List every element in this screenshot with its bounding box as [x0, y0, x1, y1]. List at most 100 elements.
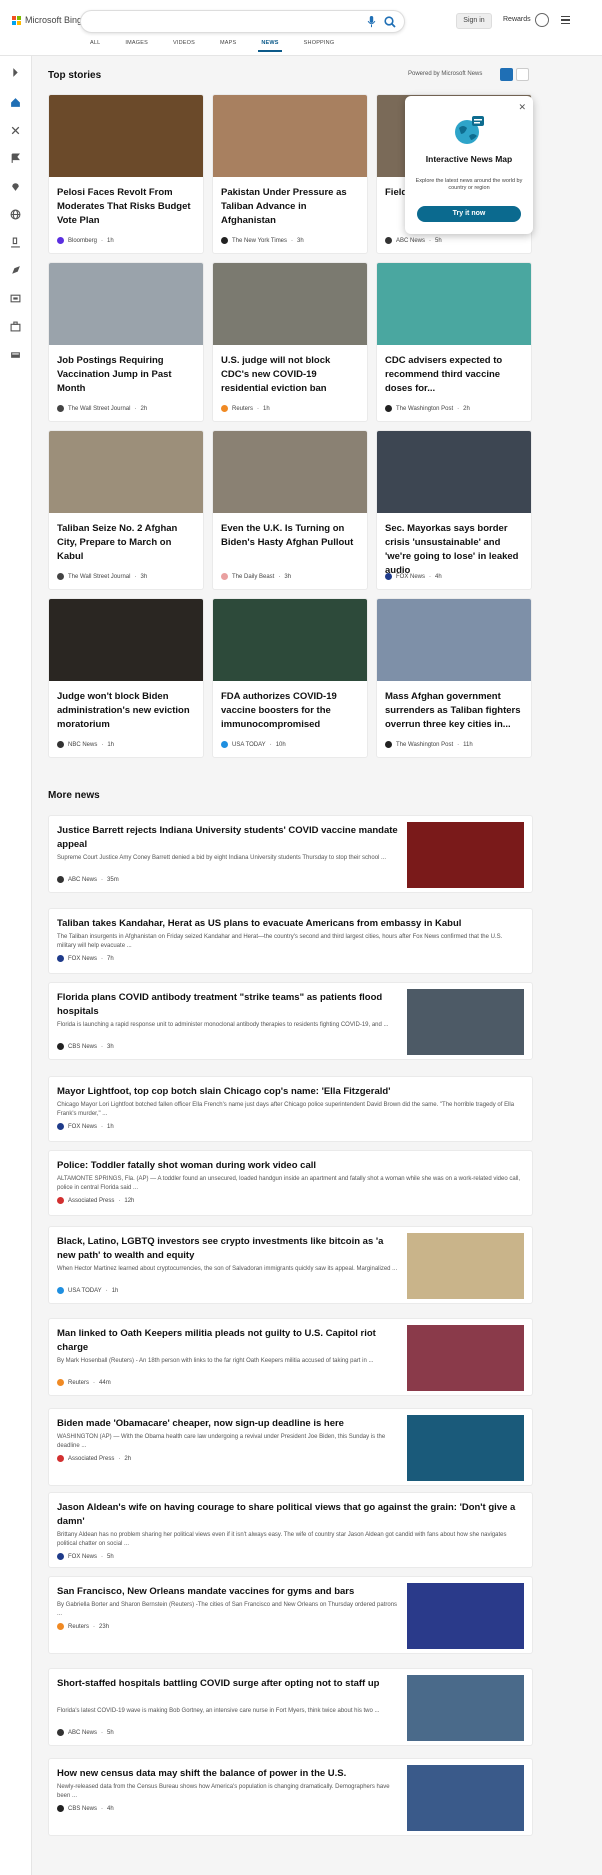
news-title[interactable]: Taliban takes Kandahar, Herat as US plan… — [57, 917, 522, 931]
tv-icon[interactable] — [9, 292, 21, 304]
news-title[interactable]: Short-staffed hospitals battling COVID s… — [57, 1677, 402, 1691]
tab-maps[interactable]: MAPS — [220, 40, 236, 46]
globe-icon[interactable] — [9, 208, 21, 220]
news-item[interactable]: Taliban takes Kandahar, Herat as US plan… — [48, 908, 533, 974]
rocket-icon[interactable] — [9, 264, 21, 276]
news-thumbnail[interactable] — [407, 1583, 524, 1649]
story-image[interactable] — [377, 263, 531, 345]
money-icon[interactable] — [9, 348, 21, 360]
flag-icon[interactable] — [9, 152, 21, 164]
try-it-now-button[interactable]: Try it now — [417, 206, 521, 222]
story-image[interactable] — [49, 431, 203, 513]
news-thumbnail[interactable] — [407, 1765, 524, 1831]
news-item[interactable]: Short-staffed hospitals battling COVID s… — [48, 1668, 533, 1746]
news-title[interactable]: Jason Aldean's wife on having courage to… — [57, 1501, 522, 1529]
story-title[interactable]: Sec. Mayorkas says border crisis 'unsust… — [385, 522, 525, 578]
tab-videos[interactable]: VIDEOS — [173, 40, 195, 46]
story-card[interactable]: FDA authorizes COVID-19 vaccine boosters… — [212, 598, 368, 758]
story-image[interactable] — [213, 263, 367, 345]
news-thumbnail[interactable] — [407, 1325, 524, 1391]
rewards-trophy-icon[interactable] — [535, 13, 549, 27]
story-title[interactable]: Job Postings Requiring Vaccination Jump … — [57, 354, 197, 396]
tab-all[interactable]: ALL — [90, 40, 100, 46]
news-item[interactable]: Mayor Lightfoot, top cop botch slain Chi… — [48, 1076, 533, 1142]
news-item[interactable]: Police: Toddler fatally shot woman durin… — [48, 1150, 533, 1216]
story-image[interactable] — [49, 95, 203, 177]
news-item[interactable]: Man linked to Oath Keepers militia plead… — [48, 1318, 533, 1396]
close-icon[interactable]: ✕ — [518, 102, 526, 113]
microscope-icon[interactable] — [9, 236, 21, 248]
home-icon[interactable] — [9, 96, 21, 108]
news-title[interactable]: San Francisco, New Orleans mandate vacci… — [57, 1585, 402, 1599]
news-item[interactable]: How new census data may shift the balanc… — [48, 1758, 533, 1836]
tab-shopping[interactable]: SHOPPING — [304, 40, 335, 46]
story-title[interactable]: U.S. judge will not block CDC's new COVI… — [221, 354, 361, 396]
news-title[interactable]: How new census data may shift the balanc… — [57, 1767, 402, 1781]
story-title[interactable]: Pakistan Under Pressure as Taliban Advan… — [221, 186, 361, 228]
news-item[interactable]: Biden made 'Obamacare' cheaper, now sign… — [48, 1408, 533, 1486]
story-source: NBC News · 1h — [57, 741, 114, 748]
search-icon[interactable] — [384, 16, 396, 28]
story-card[interactable]: Job Postings Requiring Vaccination Jump … — [48, 262, 204, 422]
story-card[interactable]: Sec. Mayorkas says border crisis 'unsust… — [376, 430, 532, 590]
story-title[interactable]: Judge won't block Biden administration's… — [57, 690, 197, 732]
source-name: FOX News — [68, 1123, 98, 1130]
location-pin-icon[interactable] — [9, 180, 21, 192]
grid-view-button[interactable] — [500, 68, 513, 81]
sign-in-button[interactable]: Sign in — [456, 13, 492, 29]
news-time: 12h — [124, 1197, 135, 1204]
story-title[interactable]: FDA authorizes COVID-19 vaccine boosters… — [221, 690, 361, 732]
news-title[interactable]: Black, Latino, LGBTQ investors see crypt… — [57, 1235, 402, 1263]
search-input[interactable] — [93, 11, 363, 32]
story-image[interactable] — [213, 599, 367, 681]
news-item[interactable]: San Francisco, New Orleans mandate vacci… — [48, 1576, 533, 1654]
tab-images[interactable]: IMAGES — [125, 40, 148, 46]
news-thumbnail[interactable] — [407, 989, 524, 1055]
story-image[interactable] — [377, 599, 531, 681]
story-title[interactable]: Mass Afghan government surrenders as Tal… — [385, 690, 525, 732]
news-title[interactable]: Justice Barrett rejects Indiana Universi… — [57, 824, 402, 852]
briefcase-icon[interactable] — [9, 320, 21, 332]
story-image[interactable] — [49, 263, 203, 345]
news-thumbnail[interactable] — [407, 1675, 524, 1741]
news-item[interactable]: Justice Barrett rejects Indiana Universi… — [48, 815, 533, 893]
news-item[interactable]: Black, Latino, LGBTQ investors see crypt… — [48, 1226, 533, 1304]
news-title[interactable]: Man linked to Oath Keepers militia plead… — [57, 1327, 402, 1355]
story-image[interactable] — [213, 431, 367, 513]
story-card[interactable]: Mass Afghan government surrenders as Tal… — [376, 598, 532, 758]
story-card[interactable]: Even the U.K. Is Turning on Biden's Hast… — [212, 430, 368, 590]
story-card[interactable]: Pakistan Under Pressure as Taliban Advan… — [212, 94, 368, 254]
story-card[interactable]: Taliban Seize No. 2 Afghan City, Prepare… — [48, 430, 204, 590]
map-view-button[interactable] — [516, 68, 529, 81]
search-box[interactable] — [80, 10, 405, 33]
hamburger-menu-icon[interactable] — [561, 16, 570, 24]
story-card[interactable]: U.S. judge will not block CDC's new COVI… — [212, 262, 368, 422]
bing-logo[interactable]: Microsoft Bing — [12, 15, 82, 25]
news-item[interactable]: Florida plans COVID antibody treatment "… — [48, 982, 533, 1060]
rewards-link[interactable]: Rewards — [503, 16, 531, 23]
news-thumbnail[interactable] — [407, 1415, 524, 1481]
news-title[interactable]: Biden made 'Obamacare' cheaper, now sign… — [57, 1417, 402, 1431]
source-logo-icon — [57, 573, 64, 580]
expand-icon[interactable] — [9, 66, 21, 78]
story-card[interactable]: CDC advisers expected to recommend third… — [376, 262, 532, 422]
story-title[interactable]: Taliban Seize No. 2 Afghan City, Prepare… — [57, 522, 197, 564]
news-title[interactable]: Florida plans COVID antibody treatment "… — [57, 991, 402, 1019]
story-image[interactable] — [49, 599, 203, 681]
news-item[interactable]: Jason Aldean's wife on having courage to… — [48, 1492, 533, 1568]
sparkle-icon[interactable] — [9, 124, 21, 136]
news-thumbnail[interactable] — [407, 1233, 524, 1299]
story-title[interactable]: CDC advisers expected to recommend third… — [385, 354, 525, 396]
story-image[interactable] — [213, 95, 367, 177]
story-title[interactable]: Pelosi Faces Revolt From Moderates That … — [57, 186, 197, 228]
story-card[interactable]: Pelosi Faces Revolt From Moderates That … — [48, 94, 204, 254]
news-title[interactable]: Mayor Lightfoot, top cop botch slain Chi… — [57, 1085, 522, 1099]
story-title[interactable]: Even the U.K. Is Turning on Biden's Hast… — [221, 522, 361, 550]
story-card[interactable]: Judge won't block Biden administration's… — [48, 598, 204, 758]
microphone-icon[interactable] — [367, 16, 376, 28]
tab-news[interactable]: NEWS — [258, 40, 283, 52]
news-title[interactable]: Police: Toddler fatally shot woman durin… — [57, 1159, 522, 1173]
story-image[interactable] — [377, 431, 531, 513]
source-logo-icon — [385, 573, 392, 580]
news-thumbnail[interactable] — [407, 822, 524, 888]
